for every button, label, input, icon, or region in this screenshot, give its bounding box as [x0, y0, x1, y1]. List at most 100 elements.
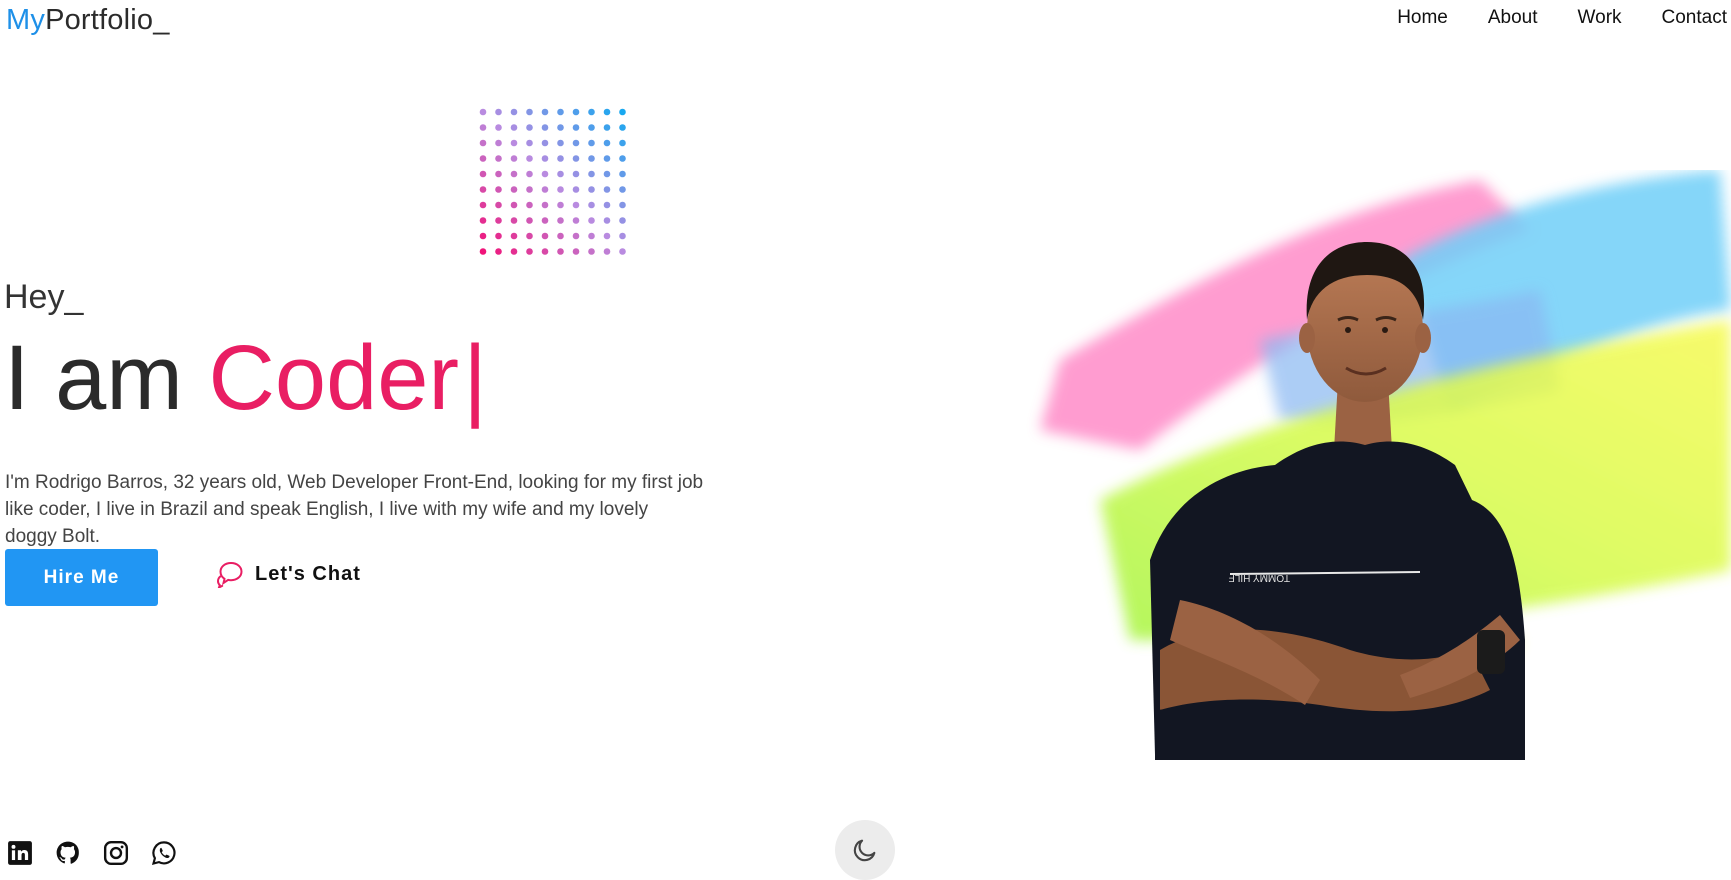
decoration-dot — [495, 155, 502, 162]
decoration-dot — [541, 139, 549, 147]
linkedin-icon[interactable] — [7, 840, 33, 866]
decoration-dot — [510, 170, 518, 178]
decoration-dot — [619, 108, 626, 116]
decoration-dot — [479, 124, 487, 131]
decoration-dot — [479, 170, 487, 178]
decoration-dot — [557, 155, 564, 162]
decoration-dot — [526, 108, 533, 116]
decoration-dot — [588, 108, 595, 116]
decoration-dot — [603, 170, 611, 178]
decoration-dot — [619, 201, 626, 209]
headline-accent: Coder — [208, 327, 460, 429]
decoration-dot — [572, 108, 580, 116]
decoration-dot — [557, 186, 564, 193]
lets-chat-label: Let's Chat — [255, 562, 361, 585]
theme-toggle-button[interactable] — [835, 820, 895, 880]
decoration-dot — [619, 217, 626, 224]
decoration-dot — [603, 155, 611, 162]
decoration-dot — [557, 217, 564, 224]
decoration-dot — [619, 124, 626, 131]
decoration-dot — [557, 124, 564, 131]
decoration-dot — [603, 139, 611, 147]
whatsapp-icon[interactable] — [151, 840, 177, 866]
hero-headline: I am Coder| — [4, 328, 487, 428]
decoration-dot — [603, 108, 611, 116]
decoration-dot — [541, 155, 549, 162]
decoration-dot — [541, 124, 549, 131]
github-icon[interactable] — [55, 840, 81, 866]
decoration-dot — [557, 170, 564, 178]
decoration-dot — [588, 170, 595, 178]
decoration-dot — [557, 139, 564, 147]
decoration-dot — [510, 139, 518, 147]
decoration-dot — [510, 201, 518, 209]
decoration-dot — [495, 108, 502, 116]
decoration-dot — [541, 248, 549, 255]
decoration-dot — [588, 248, 595, 255]
decoration-dot — [572, 217, 580, 224]
typing-cursor: | — [463, 327, 487, 429]
decoration-dot — [603, 217, 611, 224]
decoration-dot — [603, 124, 611, 131]
decoration-dot — [526, 248, 533, 255]
decoration-dot — [495, 217, 502, 224]
decoration-dot — [526, 186, 533, 193]
decoration-dot — [510, 232, 518, 240]
decoration-dot — [588, 139, 595, 147]
decoration-dot — [572, 201, 580, 209]
decoration-dot — [526, 170, 533, 178]
moon-icon — [853, 839, 876, 862]
decoration-dot — [572, 232, 580, 240]
headline-prefix: I am — [4, 327, 209, 429]
decoration-dot — [526, 232, 533, 240]
decoration-dot — [603, 248, 611, 255]
nav-contact[interactable]: Contact — [1662, 6, 1727, 30]
decoration-dot — [588, 186, 595, 193]
greeting: Hey_ — [4, 278, 84, 316]
decoration-dot — [495, 201, 502, 209]
decoration-dot — [572, 124, 580, 131]
instagram-icon[interactable] — [103, 840, 129, 866]
decoration-dot — [557, 108, 564, 116]
hire-me-button[interactable]: Hire Me — [5, 549, 158, 606]
decoration-dot — [495, 186, 502, 193]
decoration-dot — [510, 108, 518, 116]
decoration-dot — [588, 217, 595, 224]
nav-about[interactable]: About — [1488, 6, 1538, 30]
decoration-dot — [572, 186, 580, 193]
decoration-dot — [588, 232, 595, 240]
decoration-dot — [495, 139, 502, 147]
hero-portrait-illustration: TOMMY HILF — [1040, 170, 1731, 760]
decoration-dot — [557, 248, 564, 255]
decoration-dot — [479, 155, 487, 162]
decoration-dot — [495, 124, 502, 131]
decoration-dot — [619, 186, 626, 193]
dot-grid-decoration — [479, 108, 626, 255]
decoration-dot — [619, 139, 626, 147]
decoration-dot — [479, 232, 487, 240]
decoration-dot — [572, 248, 580, 255]
decoration-dot — [526, 139, 533, 147]
shirt-brand-text: TOMMY HILF — [1229, 572, 1290, 583]
logo-suffix: Portfolio_ — [45, 4, 170, 36]
lets-chat-link[interactable]: Let's Chat — [217, 560, 361, 588]
decoration-dot — [572, 170, 580, 178]
decoration-dot — [510, 155, 518, 162]
decoration-dot — [526, 155, 533, 162]
decoration-dot — [479, 248, 487, 255]
nav-work[interactable]: Work — [1578, 6, 1622, 30]
site-logo[interactable]: MyPortfolio_ — [6, 2, 170, 38]
decoration-dot — [541, 232, 549, 240]
nav-home[interactable]: Home — [1397, 6, 1448, 30]
decoration-dot — [572, 155, 580, 162]
decoration-dot — [619, 170, 626, 178]
decoration-dot — [510, 124, 518, 131]
decoration-dot — [588, 155, 595, 162]
decoration-dot — [603, 186, 611, 193]
decoration-dot — [619, 232, 626, 240]
decoration-dot — [603, 232, 611, 240]
decoration-dot — [541, 201, 549, 209]
decoration-dot — [557, 201, 564, 209]
decoration-dot — [572, 139, 580, 147]
decoration-dot — [541, 217, 549, 224]
